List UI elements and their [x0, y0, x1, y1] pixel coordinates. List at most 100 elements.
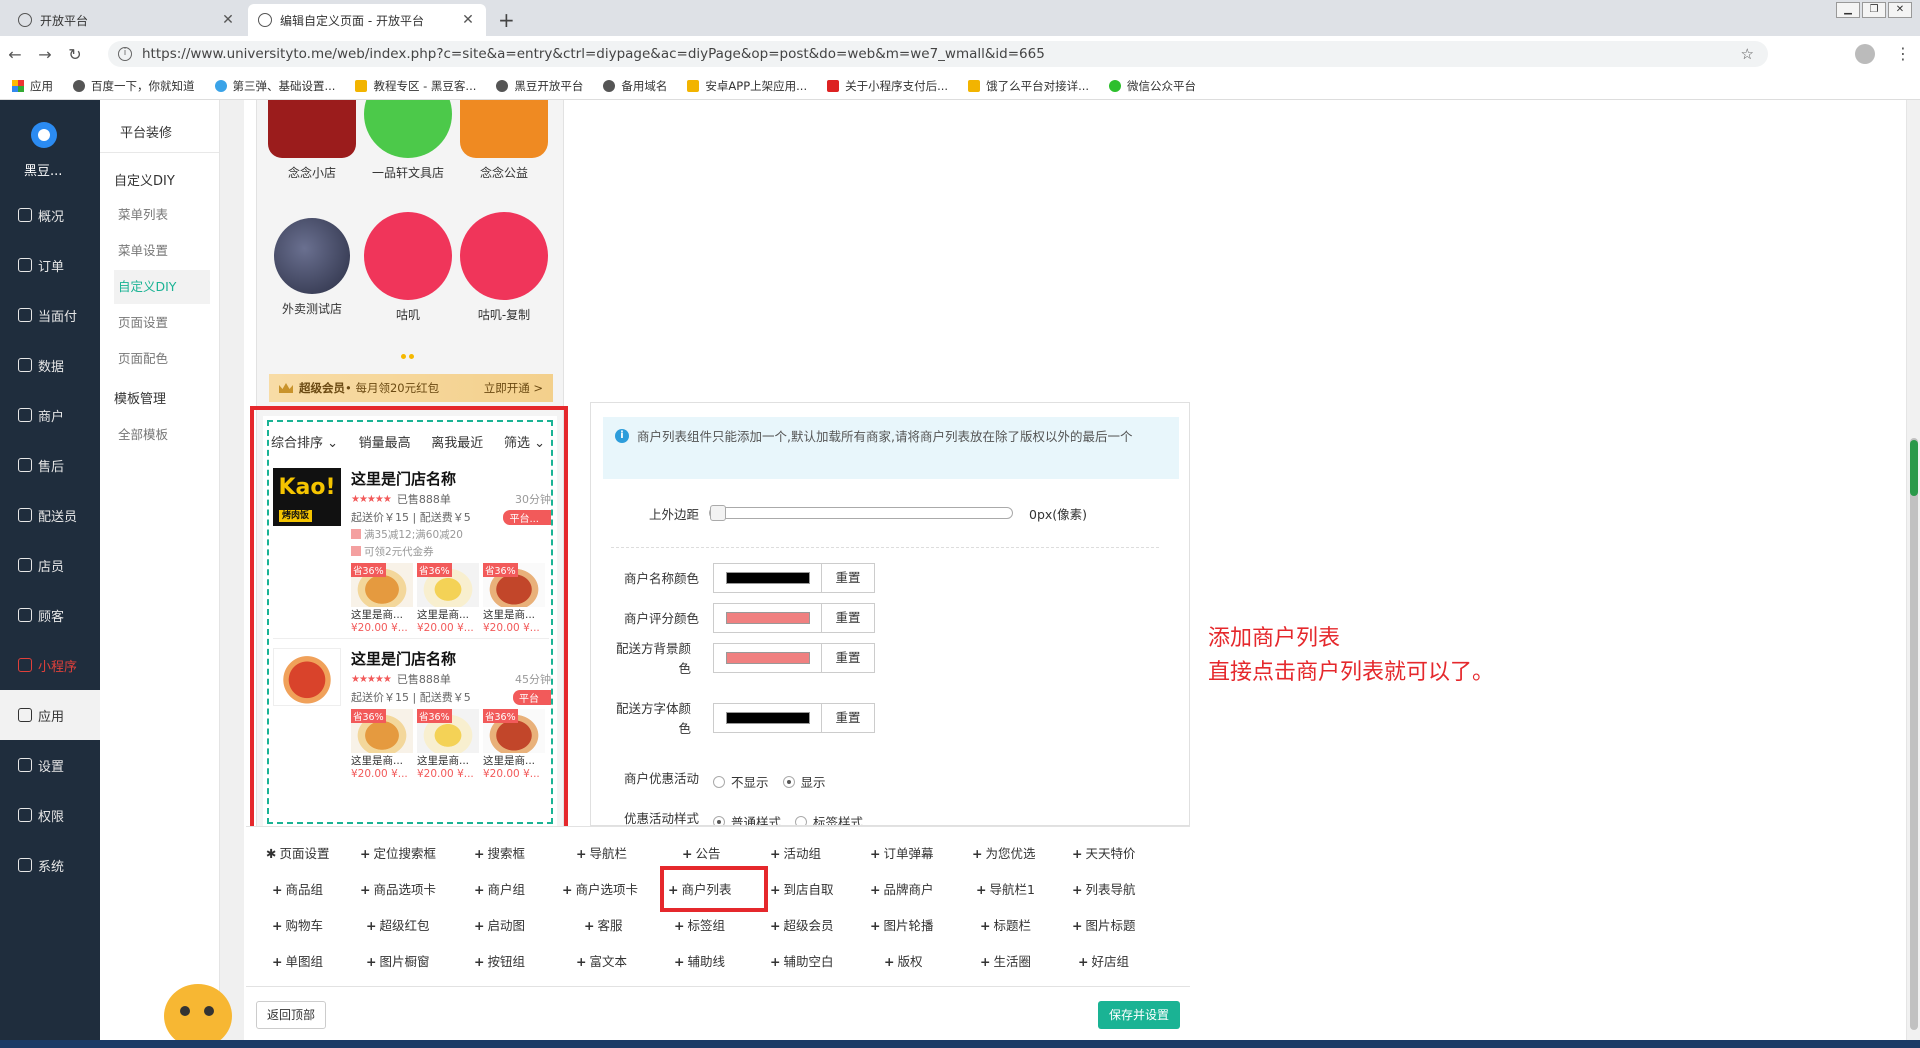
component-titlebar[interactable]: + 标题栏: [980, 915, 1031, 934]
close-icon[interactable]: ✕: [460, 12, 476, 28]
nav-item-permissions[interactable]: 权限: [0, 790, 100, 840]
component-service[interactable]: + 客服: [584, 915, 623, 934]
bookmark-3[interactable]: 第三弹、基础设置...: [214, 78, 335, 94]
sub-item-page-colors[interactable]: 页面配色: [114, 342, 210, 376]
mascot-image[interactable]: [164, 984, 232, 1048]
radio-button[interactable]: [713, 775, 725, 788]
color-input[interactable]: [713, 643, 821, 673]
radio-tag-style[interactable]: 标签样式: [795, 812, 863, 825]
nav-item-clerk[interactable]: 店员: [0, 540, 100, 590]
component-image-carousel[interactable]: + 图片轮播: [870, 915, 934, 934]
reset-button[interactable]: 重置: [821, 703, 875, 733]
back-icon[interactable]: ←: [0, 45, 30, 64]
bookmark-8[interactable]: 关于小程序支付后...: [827, 78, 948, 94]
nav-item-orders[interactable]: 订单: [0, 240, 100, 290]
component-image-title[interactable]: + 图片标题: [1072, 915, 1136, 934]
shop-icon-item[interactable]: 咕叽: [363, 212, 453, 323]
component-super-vip[interactable]: + 超级会员: [770, 915, 834, 934]
slider-handle[interactable]: [710, 505, 726, 521]
radio-hide[interactable]: 不显示: [713, 772, 769, 791]
sub-item-custom-diy[interactable]: 自定义DIY: [114, 270, 210, 304]
save-button[interactable]: 保存并设置: [1098, 1001, 1180, 1029]
url-input[interactable]: i https://www.universityto.me/web/index.…: [108, 41, 1768, 67]
forward-icon[interactable]: →: [30, 45, 60, 64]
radio-button[interactable]: [713, 815, 725, 825]
component-notice[interactable]: + 公告: [682, 843, 721, 862]
nav-item-settings[interactable]: 设置: [0, 740, 100, 790]
reload-icon[interactable]: ↻: [60, 45, 90, 64]
close-window-icon[interactable]: ✕: [1888, 2, 1912, 18]
color-input[interactable]: [713, 703, 821, 733]
shop-icon-item[interactable]: 外卖测试店: [267, 218, 357, 317]
close-icon[interactable]: ✕: [220, 12, 236, 28]
shop-icon-item[interactable]: 念念公益: [459, 100, 549, 181]
shop-icon-item[interactable]: 咕叽-复制: [459, 212, 549, 323]
nav-item-data[interactable]: 数据: [0, 340, 100, 390]
component-button-group[interactable]: + 按钮组: [474, 951, 525, 970]
nav-item-overview[interactable]: 概况: [0, 190, 100, 240]
nav-item-merchants[interactable]: 商户: [0, 390, 100, 440]
minimize-icon[interactable]: ▁: [1836, 2, 1860, 18]
bookmark-5[interactable]: 黑豆开放平台: [496, 78, 583, 94]
component-goods-tabs[interactable]: + 商品选项卡: [360, 879, 436, 898]
sub-item-page-settings[interactable]: 页面设置: [114, 306, 210, 340]
bookmark-10[interactable]: 微信公众平台: [1109, 78, 1196, 94]
nav-item-system[interactable]: 系统: [0, 840, 100, 890]
bookmark-9[interactable]: 饿了么平台对接详...: [968, 78, 1089, 94]
component-order-barrage[interactable]: + 订单弹幕: [870, 843, 934, 862]
bookmark-apps[interactable]: 应用: [12, 78, 53, 94]
nav-item-miniprogram[interactable]: 小程序: [0, 640, 100, 690]
component-super-redpack[interactable]: + 超级红包: [366, 915, 430, 934]
nav-item-customers[interactable]: 顾客: [0, 590, 100, 640]
new-tab-icon[interactable]: +: [498, 8, 515, 32]
back-to-top-button[interactable]: 返回顶部: [256, 1001, 326, 1029]
reset-button[interactable]: 重置: [821, 563, 875, 593]
nav-item-facepay[interactable]: 当面付: [0, 290, 100, 340]
bookmark-4[interactable]: 教程专区 - 黑豆客...: [355, 78, 476, 94]
component-image-window[interactable]: + 图片橱窗: [366, 951, 430, 970]
sub-item-all-templates[interactable]: 全部模板: [114, 418, 210, 452]
component-single-image[interactable]: + 单图组: [272, 951, 323, 970]
component-rich-text[interactable]: + 富文本: [576, 951, 627, 970]
component-navbar[interactable]: + 导航栏: [576, 843, 627, 862]
scroll-thumb[interactable]: [1910, 438, 1918, 1030]
star-icon[interactable]: ☆: [1741, 45, 1754, 63]
sub-item-menu-list[interactable]: 菜单列表: [114, 198, 210, 232]
component-self-pickup[interactable]: + 到店自取: [770, 879, 834, 898]
component-merchant-tabs[interactable]: + 商户选项卡: [562, 879, 638, 898]
color-input[interactable]: [713, 563, 821, 593]
component-brand-merchant[interactable]: + 品牌商户: [870, 879, 934, 898]
component-blank-space[interactable]: + 辅助空白: [770, 951, 834, 970]
vip-open-link[interactable]: 立即开通 >: [484, 380, 543, 396]
shop-icon-item[interactable]: 一品轩文具店: [363, 100, 453, 181]
bookmark-6[interactable]: 备用域名: [603, 78, 667, 94]
shop-icon-item[interactable]: 念念小店: [267, 100, 357, 181]
component-activity[interactable]: + 活动组: [770, 843, 821, 862]
component-location-search[interactable]: + 定位搜索框: [360, 843, 436, 862]
component-search[interactable]: + 搜索框: [474, 843, 525, 862]
radio-button[interactable]: [795, 815, 808, 825]
component-splash[interactable]: + 启动图: [474, 915, 525, 934]
color-input[interactable]: [713, 603, 821, 633]
restore-icon[interactable]: ❐: [1862, 2, 1886, 18]
nav-item-courier[interactable]: 配送员: [0, 490, 100, 540]
profile-avatar[interactable]: [1855, 44, 1875, 64]
component-page-settings[interactable]: ✱ 页面设置: [266, 843, 330, 862]
vip-banner[interactable]: 超级会员 • 每月领20元红包 立即开通 >: [269, 374, 553, 402]
reset-button[interactable]: 重置: [821, 603, 875, 633]
component-life-circle[interactable]: + 生活圈: [980, 951, 1031, 970]
component-divider-line[interactable]: + 辅助线: [674, 951, 725, 970]
component-cart[interactable]: + 购物车: [272, 915, 323, 934]
bookmark-7[interactable]: 安卓APP上架应用...: [687, 78, 807, 94]
component-list-nav[interactable]: + 列表导航: [1072, 879, 1136, 898]
component-navbar1[interactable]: + 导航栏1: [976, 879, 1035, 898]
component-merchant-group[interactable]: + 商户组: [474, 879, 525, 898]
component-tag-group[interactable]: + 标签组: [674, 915, 725, 934]
component-recommend[interactable]: + 为您优选: [972, 843, 1036, 862]
nav-item-aftersale[interactable]: 售后: [0, 440, 100, 490]
radio-button[interactable]: [782, 775, 795, 788]
info-icon[interactable]: i: [118, 47, 132, 61]
component-goods-group[interactable]: + 商品组: [272, 879, 323, 898]
sub-item-menu-settings[interactable]: 菜单设置: [114, 234, 210, 268]
bookmark-baidu[interactable]: 百度一下，你就知道: [73, 78, 195, 94]
